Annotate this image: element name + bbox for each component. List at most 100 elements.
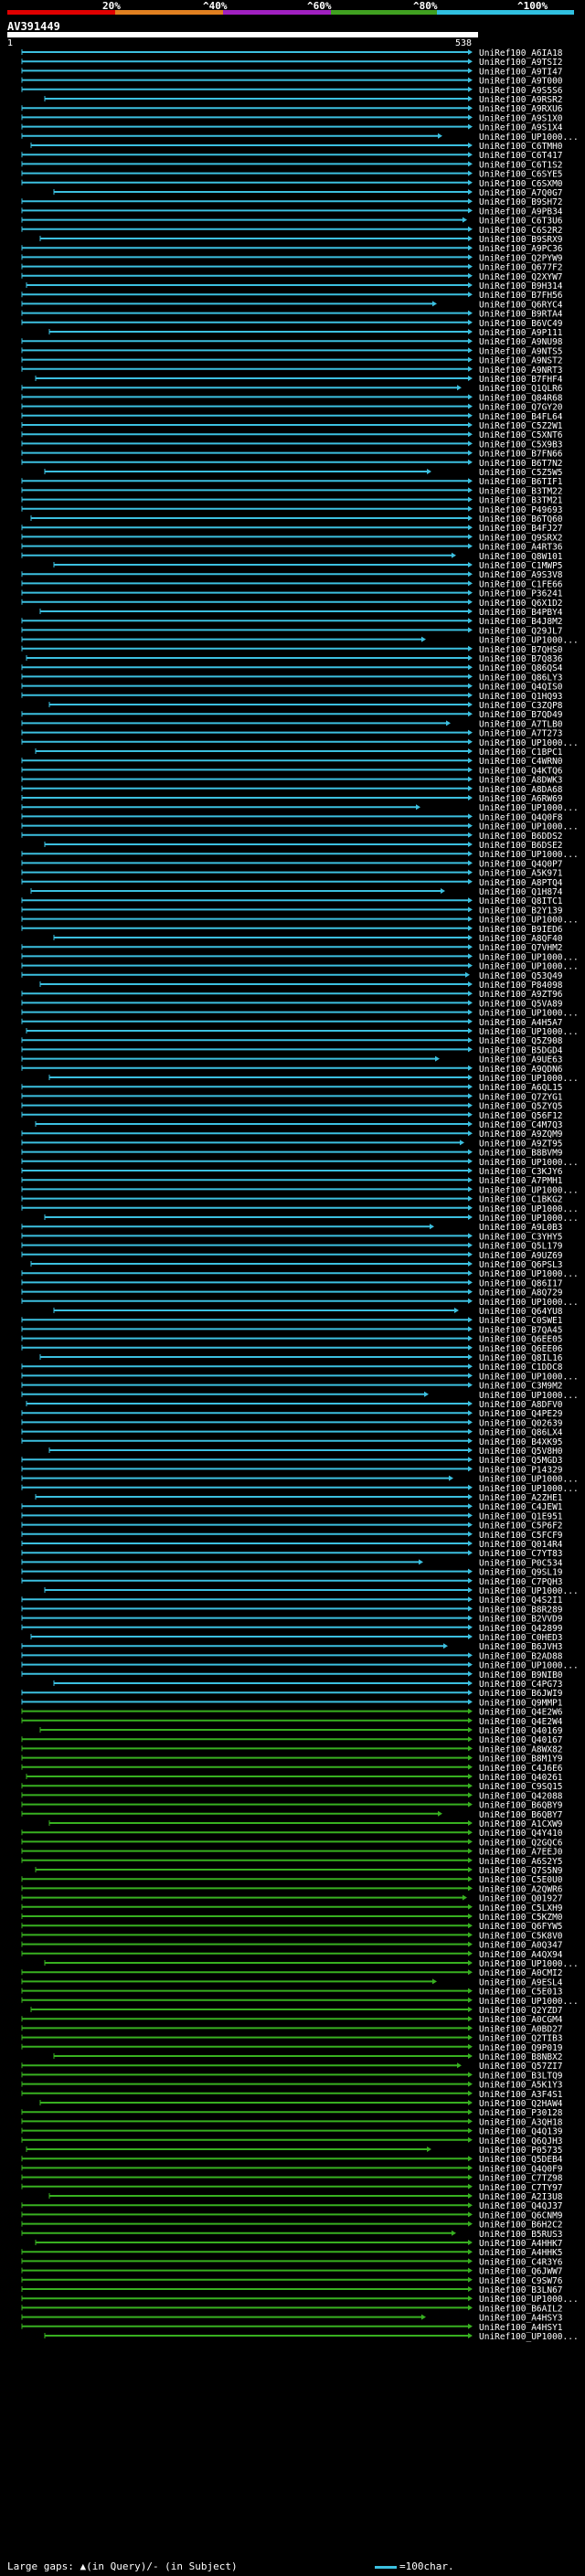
- hit-end-arrow: [468, 1652, 473, 1659]
- hit-end-arrow: [468, 1186, 473, 1193]
- hit-end-arrow: [457, 385, 462, 391]
- hit-end-arrow: [468, 1102, 473, 1108]
- hit-end-arrow: [468, 851, 473, 857]
- hit-end-arrow: [468, 1521, 473, 1528]
- hit-end-arrow: [460, 1140, 464, 1146]
- hit-end-arrow: [468, 729, 473, 736]
- hit-end-arrow: [468, 1484, 473, 1490]
- hit-end-arrow: [438, 1810, 442, 1817]
- hit-end-arrow: [468, 1428, 473, 1435]
- hit-end-arrow: [468, 1037, 473, 1044]
- hit-end-arrow: [468, 1177, 473, 1183]
- hit-end-arrow: [468, 2276, 473, 2283]
- hit-end-arrow: [468, 645, 473, 652]
- hit-end-arrow: [468, 1046, 473, 1053]
- hit-end-arrow: [468, 347, 473, 354]
- hit-end-arrow: [468, 2034, 473, 2041]
- hit-end-arrow: [468, 2202, 473, 2209]
- hit-end-arrow: [465, 971, 470, 978]
- hit-end-arrow: [468, 319, 473, 325]
- hit-end-arrow: [468, 1279, 473, 1286]
- hit-end-arrow: [468, 49, 473, 55]
- hit-end-arrow: [468, 496, 473, 503]
- hit-end-arrow: [457, 2062, 462, 2069]
- hit-end-arrow: [468, 1634, 473, 1639]
- hit-end-arrow: [468, 58, 473, 65]
- hit-end-arrow: [468, 692, 473, 698]
- hit-end-arrow: [468, 1736, 473, 1743]
- hit-end-arrow: [468, 254, 473, 260]
- hit-end-arrow: [468, 562, 473, 567]
- hit-end-arrow: [468, 795, 473, 800]
- hit-end-arrow: [468, 1997, 473, 2003]
- hit-end-arrow: [452, 552, 456, 558]
- hit-end-arrow: [446, 720, 451, 726]
- hit-alignment-list: UniRef100_A6IA18UniRef100_A9TSI2UniRef10…: [21, 48, 579, 2342]
- hit-end-arrow: [468, 2127, 473, 2134]
- hit-end-arrow: [468, 1596, 473, 1603]
- hit-end-arrow: [468, 86, 473, 92]
- hit-end-arrow: [468, 1857, 473, 1863]
- hit-end-arrow: [421, 2314, 426, 2320]
- hit-end-arrow: [468, 179, 473, 186]
- hit-end-arrow: [468, 543, 473, 549]
- gap-legend: Large gaps: ▲(in Query)/- (in Subject): [7, 2560, 238, 2572]
- hit-end-arrow: [449, 1475, 453, 1481]
- hit-end-arrow: [468, 2090, 473, 2096]
- hit-end-arrow: [454, 1308, 459, 1313]
- hit-end-arrow: [468, 2286, 473, 2292]
- hit-end-arrow: [468, 2100, 473, 2105]
- hit-end-arrow: [468, 1577, 473, 1584]
- hit-end-arrow: [468, 944, 473, 950]
- hit-end-arrow: [468, 1242, 473, 1248]
- hit-end-arrow: [468, 1158, 473, 1164]
- hit-end-arrow: [468, 1410, 473, 1416]
- hit-end-arrow: [468, 1829, 473, 1836]
- hit-end-arrow: [468, 822, 473, 829]
- hit-end-arrow: [468, 1670, 473, 1677]
- hit-end-arrow: [468, 292, 473, 298]
- hit-end-arrow: [468, 599, 473, 605]
- hit-end-arrow: [468, 356, 473, 363]
- hit-end-arrow: [468, 2025, 473, 2031]
- hit-end-arrow: [468, 1373, 473, 1379]
- hit-end-arrow: [468, 525, 473, 531]
- hit-end-arrow: [468, 2007, 473, 2012]
- hit-end-arrow: [463, 217, 467, 223]
- hit-end-arrow: [468, 282, 473, 288]
- hit-end-arrow: [468, 170, 473, 176]
- hit-end-arrow: [468, 422, 473, 428]
- hit-end-arrow: [468, 1261, 473, 1267]
- hit-end-arrow: [468, 767, 473, 773]
- hit-end-arrow: [468, 1932, 473, 1938]
- hit-end-arrow: [463, 1894, 467, 1901]
- hit-end-arrow: [427, 469, 431, 474]
- hit-end-arrow: [468, 1298, 473, 1304]
- hit-end-arrow: [468, 2156, 473, 2162]
- hit-end-arrow: [468, 1745, 473, 1752]
- hit-end-arrow: [468, 310, 473, 316]
- hit-end-arrow: [468, 534, 473, 540]
- hit-end-arrow: [468, 2118, 473, 2125]
- hit-end-arrow: [468, 813, 473, 820]
- hit-label[interactable]: UniRef100_UP1000...: [479, 2332, 579, 2342]
- hit-end-arrow: [468, 487, 473, 493]
- hit-end-arrow: [468, 366, 473, 372]
- hit-end-arrow: [468, 618, 473, 624]
- hit-end-arrow: [468, 1065, 473, 1071]
- hit-end-arrow: [468, 1792, 473, 1798]
- hit-end-arrow: [468, 1839, 473, 1845]
- hit-end-arrow: [468, 1885, 473, 1892]
- hit-end-arrow: [468, 2183, 473, 2189]
- hit-end-arrow: [468, 1512, 473, 1519]
- hit-end-arrow: [468, 1531, 473, 1537]
- hit-end-arrow: [468, 991, 473, 997]
- hit-end-arrow: [468, 1344, 473, 1351]
- hit-end-arrow: [468, 2333, 473, 2338]
- hit-end-arrow: [468, 2221, 473, 2227]
- hit-end-arrow: [438, 133, 442, 139]
- hit-end-arrow: [468, 1820, 473, 1826]
- hit-end-arrow: [468, 785, 473, 791]
- hit-end-arrow: [468, 198, 473, 205]
- hit-end-arrow: [468, 1867, 473, 1872]
